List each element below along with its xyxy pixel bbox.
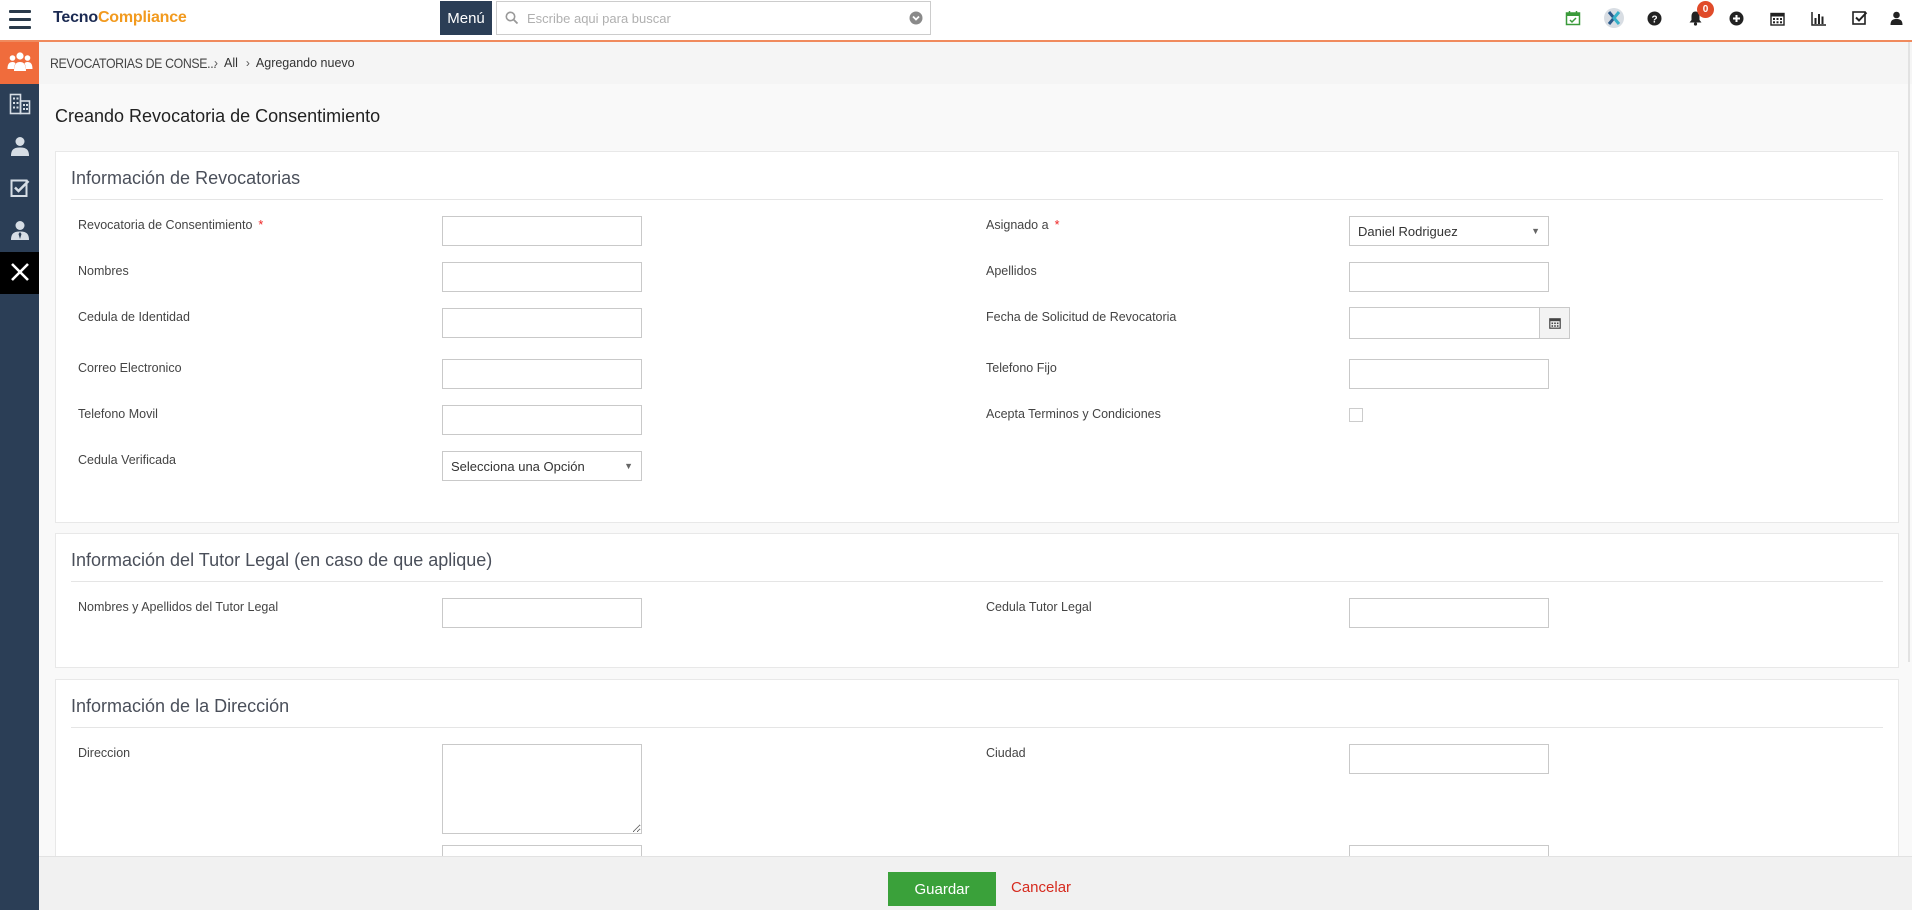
asignado-select[interactable]: Daniel Rodriguez ▼: [1349, 216, 1549, 246]
sidebar-close-button[interactable]: [0, 252, 39, 294]
sidebar-item-tasks[interactable]: [0, 168, 39, 210]
section-title: Información de la Dirección: [71, 696, 290, 716]
correo-input[interactable]: [442, 359, 642, 389]
users-group-icon: [7, 51, 33, 76]
divider: [71, 199, 1883, 200]
fecha-label: Fecha de Solicitud de Revocatoria: [986, 310, 1177, 324]
hamburger-menu-icon[interactable]: [0, 0, 39, 38]
save-button[interactable]: Guardar: [888, 872, 996, 906]
buildings-icon: [9, 93, 31, 118]
checklist-icon: [10, 178, 30, 201]
breadcrumb: REVOCATORIAS DE CONSE... › All › Agregan…: [39, 42, 1912, 84]
calendar-icon[interactable]: [1757, 0, 1798, 36]
dropdown-arrow-icon: ▼: [624, 461, 633, 471]
cancel-link[interactable]: Cancelar: [1011, 879, 1071, 896]
direccion-textarea[interactable]: [442, 744, 642, 834]
telefono-movil-label: Telefono Movil: [78, 407, 158, 421]
form-footer: Guardar Cancelar: [39, 856, 1912, 910]
add-circle-icon[interactable]: [1716, 0, 1757, 36]
svg-text:?: ?: [1651, 14, 1657, 25]
notifications-badge: 0: [1697, 1, 1714, 18]
app-logo[interactable]: TecnoCompliance: [53, 9, 187, 27]
fecha-input[interactable]: [1349, 307, 1540, 339]
apellidos-label: Apellidos: [986, 264, 1037, 278]
task-check-icon[interactable]: [1839, 0, 1880, 36]
ciudad-input[interactable]: [1349, 744, 1549, 774]
top-bar: TecnoCompliance Menú ? 0: [0, 0, 1912, 42]
bar-chart-icon[interactable]: [1798, 0, 1839, 36]
panel-tutor-legal: Información del Tutor Legal (en caso de …: [55, 533, 1899, 668]
tutor-cedula-label: Cedula Tutor Legal: [986, 600, 1092, 614]
top-icons-bar: ? 0: [1552, 0, 1912, 36]
breadcrumb-separator-icon: ›: [245, 56, 250, 70]
partial-input-right[interactable]: [1349, 845, 1549, 856]
user-profile-icon[interactable]: [1880, 0, 1912, 36]
sidebar-item-companies[interactable]: [0, 84, 39, 126]
app-x-icon[interactable]: [1593, 0, 1634, 36]
telefono-movil-input[interactable]: [442, 405, 642, 435]
acepta-checkbox[interactable]: [1349, 408, 1363, 422]
left-sidebar: [0, 42, 39, 910]
menu-button[interactable]: Menú: [440, 1, 492, 35]
sidebar-item-employees[interactable]: [0, 210, 39, 252]
breadcrumb-current: Agregando nuevo: [255, 56, 355, 70]
acepta-label: Acepta Terminos y Condiciones: [986, 407, 1161, 421]
asignado-label: Asignado a *: [986, 218, 1060, 232]
nombres-input[interactable]: [442, 262, 642, 292]
cedula-verificada-label: Cedula Verificada: [78, 453, 176, 467]
cedula-verificada-select[interactable]: Selecciona una Opción ▼: [442, 451, 642, 481]
telefono-fijo-input[interactable]: [1349, 359, 1549, 389]
page-title: Creando Revocatoria de Consentimiento: [55, 106, 381, 126]
cedula-verificada-value: Selecciona una Opción: [451, 458, 585, 474]
asignado-value: Daniel Rodriguez: [1358, 223, 1458, 239]
section-title: Información del Tutor Legal (en caso de …: [71, 550, 493, 570]
help-icon[interactable]: ?: [1634, 0, 1675, 36]
section-title: Información de Revocatorias: [71, 168, 301, 188]
correo-label: Correo Electronico: [78, 361, 182, 375]
apellidos-input[interactable]: [1349, 262, 1549, 292]
revocatoria-input[interactable]: [442, 216, 642, 246]
tutor-cedula-input[interactable]: [1349, 598, 1549, 628]
main-content: Creando Revocatoria de Consentimiento In…: [39, 84, 1912, 856]
search-input[interactable]: [527, 10, 902, 26]
cedula-label: Cedula de Identidad: [78, 310, 190, 324]
partial-input-left[interactable]: [442, 845, 642, 856]
calendar-check-icon[interactable]: [1552, 0, 1593, 36]
search-dropdown-icon[interactable]: [902, 11, 930, 25]
scrollbar[interactable]: [1908, 42, 1910, 662]
fecha-date-picker: [1349, 307, 1570, 339]
tutor-nombres-input[interactable]: [442, 598, 642, 628]
notifications-bell-icon[interactable]: 0: [1675, 0, 1716, 36]
user-tie-icon: [10, 220, 30, 243]
search-icon: [497, 11, 527, 25]
panel-direccion: Información de la Dirección Direccion Ci…: [55, 679, 1899, 856]
close-icon: [10, 262, 30, 285]
sidebar-item-contacts[interactable]: [0, 126, 39, 168]
direccion-label: Direccion: [78, 746, 131, 760]
nombres-label: Nombres: [78, 264, 129, 278]
tutor-nombres-label: Nombres y Apellidos del Tutor Legal: [78, 600, 279, 614]
dropdown-arrow-icon: ▼: [1531, 226, 1540, 236]
panel-revocatorias: Información de Revocatorias Revocatoria …: [55, 151, 1899, 523]
revocatoria-label: Revocatoria de Consentimiento *: [78, 218, 264, 232]
telefono-fijo-label: Telefono Fijo: [986, 361, 1057, 375]
breadcrumb-all[interactable]: All: [224, 56, 238, 70]
cedula-input[interactable]: [442, 308, 642, 338]
divider: [71, 581, 1883, 582]
ciudad-label: Ciudad: [986, 746, 1026, 760]
sidebar-item-revocatorias[interactable]: [0, 42, 39, 84]
calendar-icon[interactable]: [1540, 307, 1570, 339]
search-box: [496, 1, 931, 35]
divider: [71, 727, 1883, 728]
breadcrumb-module[interactable]: REVOCATORIAS DE CONSE...: [50, 55, 217, 71]
user-icon: [10, 136, 30, 159]
